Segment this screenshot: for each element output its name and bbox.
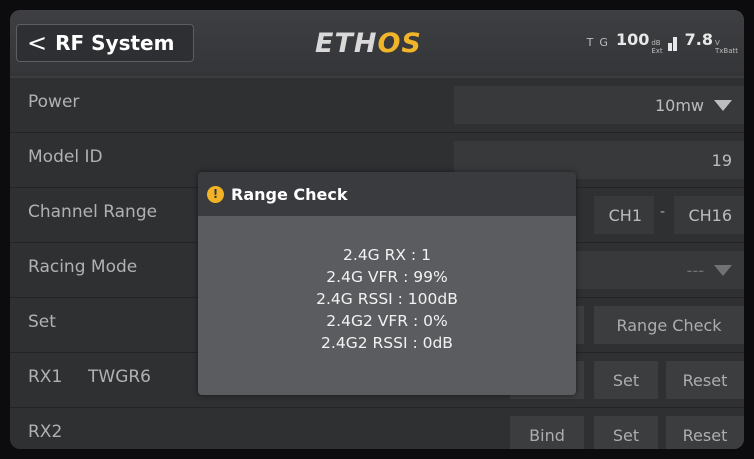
- chevron-left-icon: <: [27, 29, 48, 57]
- dialog-header: ! Range Check: [198, 172, 576, 216]
- back-button[interactable]: < RF System: [16, 24, 194, 62]
- gps-icon: G: [599, 35, 608, 49]
- ethos-logo: ETHOS: [315, 28, 422, 59]
- signal-bars-icon: [667, 33, 677, 51]
- rssi-indicator: 100 dB Ext: [615, 29, 663, 55]
- vfr2-line: 2.4G2 VFR : 0%: [326, 312, 448, 330]
- dialog-title: Range Check: [231, 184, 348, 204]
- warning-icon: !: [207, 185, 224, 203]
- tx-battery-indicator: 7.8 V TxBatt: [684, 29, 738, 55]
- rx-count-line: 2.4G RX : 1: [343, 246, 431, 264]
- dialog-body: 2.4G RX : 1 2.4G VFR : 99% 2.4G RSSI : 1…: [198, 216, 576, 395]
- status-bar: T G 100 dB Ext 7.8 V TxBatt: [587, 24, 738, 60]
- header-bar: < RF System ETHOS T G 100 dB Ext 7.8 V T…: [10, 10, 744, 78]
- page-title: RF System: [55, 31, 175, 55]
- radio-screen: < RF System ETHOS T G 100 dB Ext 7.8 V T…: [10, 10, 744, 449]
- ext-antenna-icon: T: [586, 35, 594, 49]
- range-check-dialog: ! Range Check 2.4G RX : 1 2.4G VFR : 99%…: [198, 172, 576, 395]
- vfr-line: 2.4G VFR : 99%: [326, 268, 448, 286]
- rssi2-line: 2.4G2 RSSI : 0dB: [321, 334, 453, 352]
- rssi-line: 2.4G RSSI : 100dB: [316, 290, 458, 308]
